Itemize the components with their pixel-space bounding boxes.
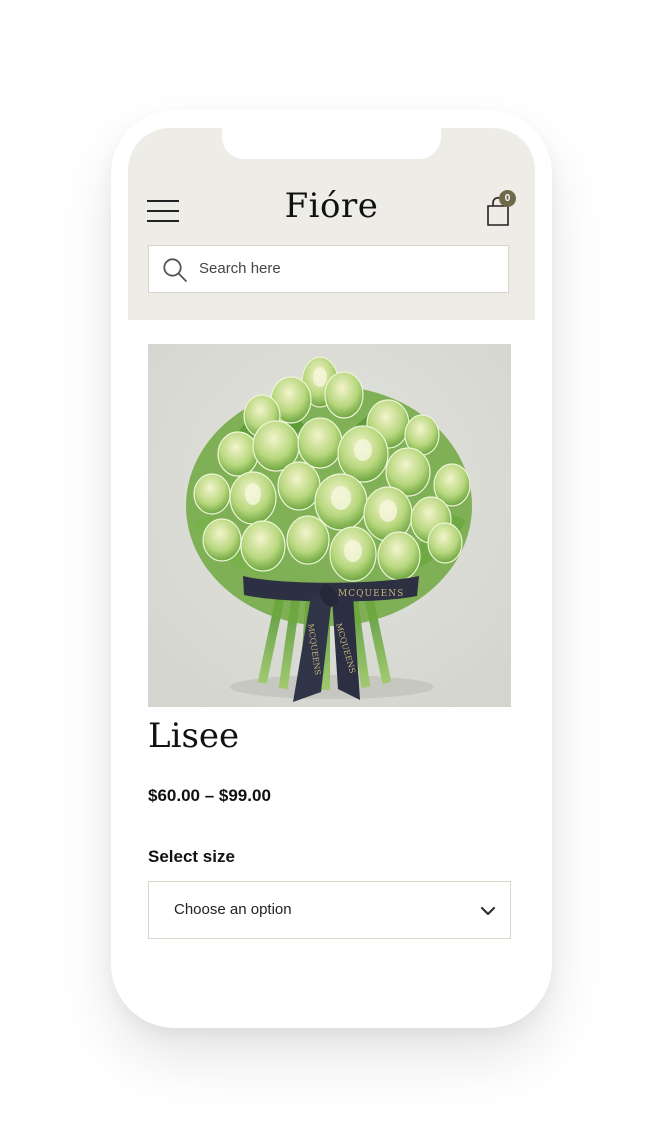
phone-screen: Fióre 0 Search here MCQUEENS MCQUEENS MC… [128,128,535,1010]
search-bar[interactable] [148,245,509,293]
product-price-range: $60.00 – $99.00 [148,786,271,805]
tulip-bouquet-image: MCQUEENS MCQUEENS MCQUEENS [148,344,511,707]
chevron-down-icon [480,906,496,916]
phone-frame: Fióre 0 Search here MCQUEENS MCQUEENS MC… [111,110,552,1028]
product-image[interactable]: MCQUEENS MCQUEENS MCQUEENS [148,344,511,707]
search-input[interactable] [199,246,499,291]
svg-text:MCQUEENS: MCQUEENS [338,589,404,599]
shopping-bag-button[interactable]: 0 [484,190,520,228]
search-icon [163,258,187,282]
selected-size-option: Choose an option [174,901,292,918]
mockup-stage: Fióre 0 Search here MCQUEENS MCQUEENS MC… [0,0,663,1136]
site-logo[interactable]: Fióre [128,186,535,226]
size-select[interactable]: Choose an option [148,881,511,939]
product-title: Lisee [148,716,240,756]
phone-notch [222,128,441,159]
size-label: Select size [148,847,235,866]
cart-count-badge: 0 [499,190,516,207]
